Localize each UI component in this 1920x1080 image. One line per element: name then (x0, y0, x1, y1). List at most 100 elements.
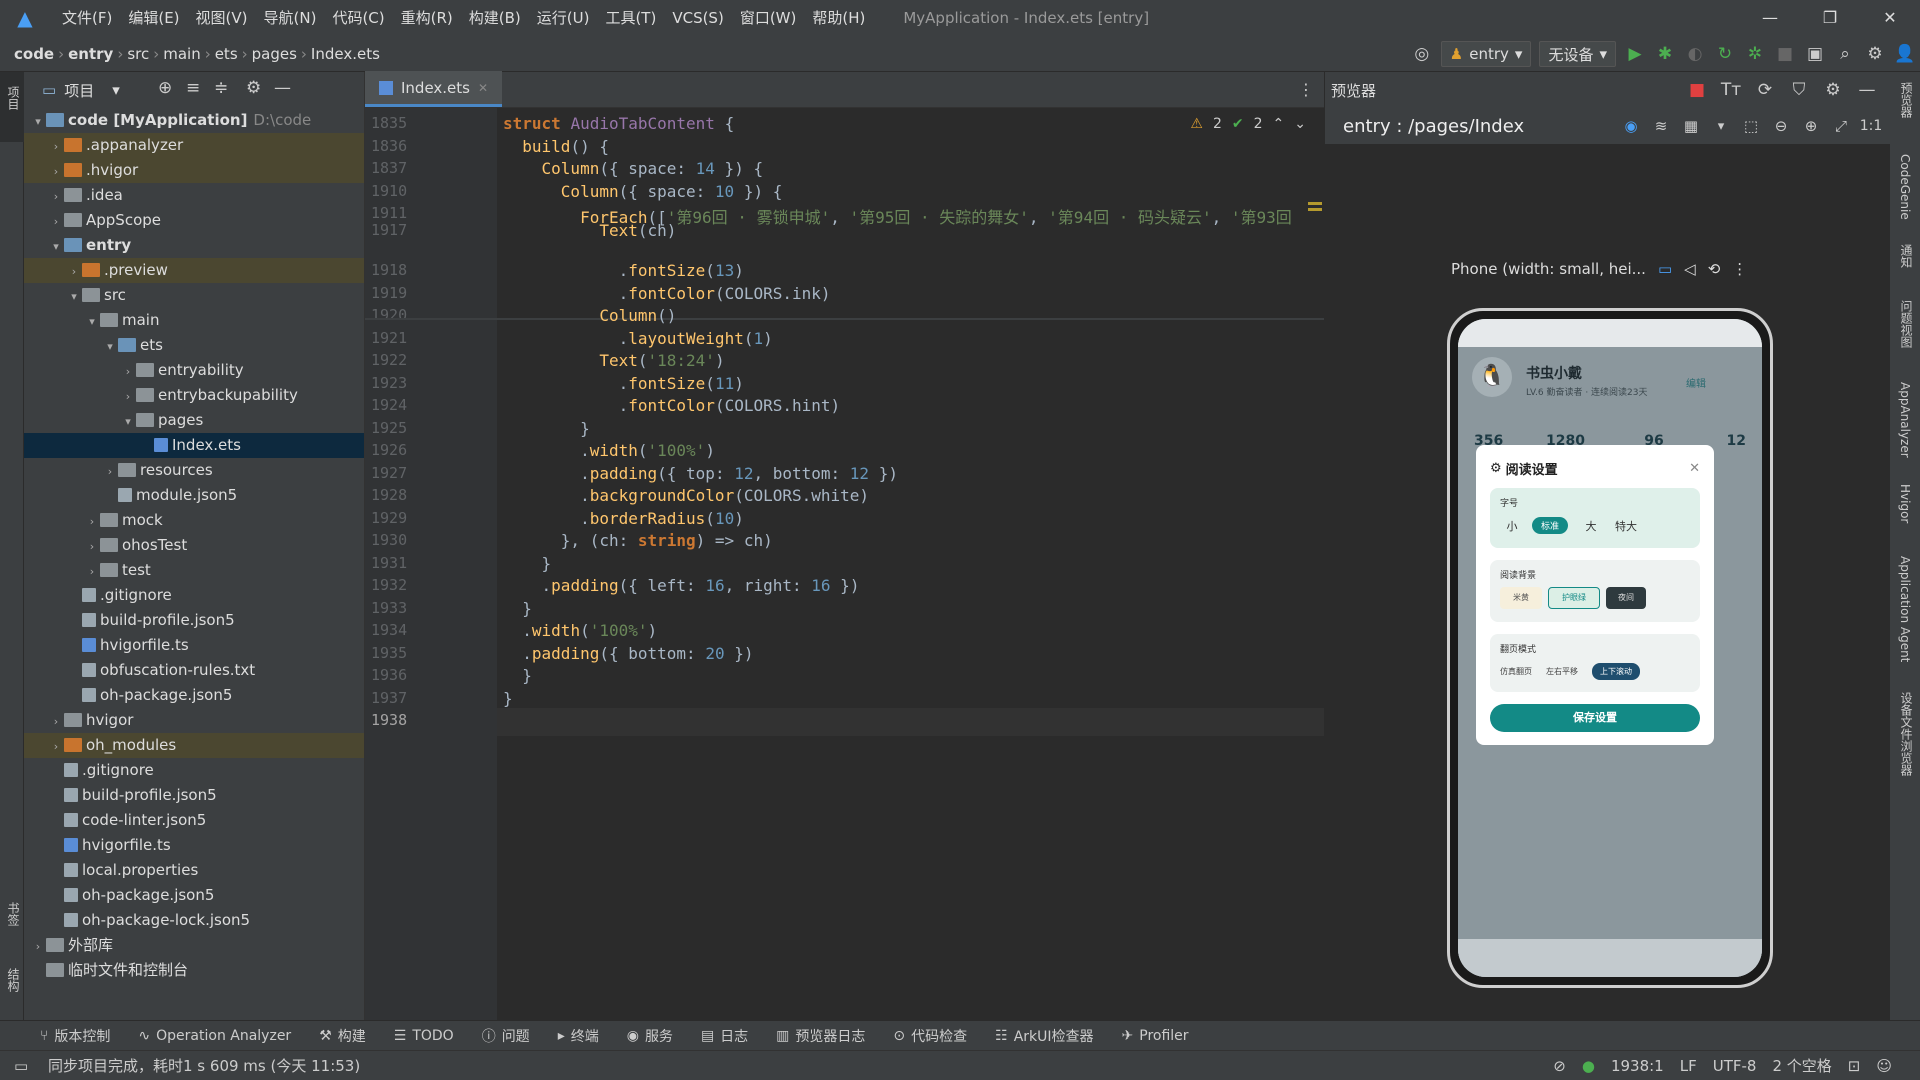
code-line[interactable]: .fontSize(13) (503, 261, 744, 280)
line-separator[interactable]: LF (1680, 1057, 1697, 1075)
search-icon[interactable]: ⌕ (1830, 44, 1860, 64)
chevron-right-icon[interactable]: › (48, 134, 64, 159)
code-line[interactable]: .padding({ left: 16, right: 16 }) (503, 576, 860, 595)
tree-row[interactable]: ▾ code [MyApplication] D:\code (24, 108, 364, 133)
gear-icon[interactable]: ⚙ (246, 78, 261, 98)
tree-row[interactable]: oh-package.json5 (24, 683, 364, 708)
font-option[interactable]: 小 (1500, 518, 1524, 534)
refresh-icon[interactable]: ⟳ (1750, 80, 1780, 100)
tree-row[interactable]: › .appanalyzer (24, 133, 364, 158)
tree-row[interactable]: oh-package-lock.json5 (24, 908, 364, 933)
no-power-save-icon[interactable]: ⊘ (1553, 1057, 1566, 1075)
code-line[interactable]: .fontColor(COLORS.ink) (503, 284, 831, 303)
tool-window-button[interactable]: ☷ ArkUI检查器 (995, 1026, 1093, 1046)
code-line[interactable]: .layoutWeight(1) (503, 329, 773, 348)
tool-window-button[interactable]: ⓘ 问题 (482, 1026, 530, 1046)
inspector-icon[interactable]: ⛉ (1784, 80, 1814, 100)
tool-window-button[interactable]: ⚒ 构建 (319, 1026, 366, 1046)
chevron-down-icon[interactable]: ▾ (1706, 119, 1736, 134)
menu-item[interactable]: 导航(N) (256, 0, 325, 36)
font-option-selected[interactable]: 标准 (1532, 517, 1569, 534)
more-options-icon[interactable]: ⋮ (1298, 80, 1314, 99)
tree-row[interactable]: oh-package.json5 (24, 883, 364, 908)
chevron-down-icon[interactable]: ▾ (120, 409, 136, 434)
chevron-right-icon[interactable]: › (48, 709, 64, 734)
edit-link[interactable]: 编辑 (1686, 375, 1706, 390)
tree-row[interactable]: › entrybackupability (24, 383, 364, 408)
code-line[interactable]: Column({ space: 14 }) { (503, 159, 764, 178)
target-icon[interactable]: ◎ (1407, 44, 1437, 64)
account-icon[interactable]: 👤 (1890, 44, 1920, 64)
device-file-browser-tool-tab[interactable]: 设备文件浏览器 (1898, 692, 1915, 776)
breadcrumb-item[interactable]: src (127, 45, 149, 63)
chevron-down-icon[interactable]: ⌄ (1294, 116, 1306, 132)
rotate-icon[interactable]: ⟲ (1708, 260, 1721, 278)
code-line[interactable]: } (503, 689, 513, 708)
deveco-logo-icon[interactable]: ▲ (12, 5, 38, 31)
assistant-icon[interactable]: ☺ (1876, 1057, 1892, 1075)
bg-option-selected[interactable]: 护眼绿 (1548, 587, 1600, 609)
project-view-selector[interactable]: 项目 (64, 80, 94, 101)
profile-icon[interactable]: ◐ (1680, 44, 1710, 64)
tree-row[interactable]: 临时文件和控制台 (24, 958, 364, 983)
attach-debugger-icon[interactable]: ✲ (1740, 44, 1770, 64)
tree-row[interactable]: › ohosTest (24, 533, 364, 558)
chevron-right-icon[interactable]: › (48, 159, 64, 184)
minimize-icon[interactable]: — (1740, 0, 1800, 36)
tool-window-button[interactable]: ⊙ 代码检查 (893, 1026, 967, 1046)
tool-window-button[interactable]: ∿ Operation Analyzer (138, 1028, 291, 1044)
chevron-right-icon[interactable]: › (120, 359, 136, 384)
tree-row[interactable]: › .preview (24, 258, 364, 283)
chevron-right-icon[interactable]: › (30, 934, 46, 959)
tree-row[interactable]: obfuscation-rules.txt (24, 658, 364, 683)
chevron-up-icon[interactable]: ⌃ (1273, 116, 1285, 132)
tree-row[interactable]: code-linter.json5 (24, 808, 364, 833)
close-tab-icon[interactable]: ✕ (478, 81, 488, 95)
code-line[interactable]: } (503, 666, 532, 685)
maximize-icon[interactable]: ❐ (1800, 0, 1860, 36)
stop-icon[interactable]: ■ (1770, 44, 1800, 64)
menu-item[interactable]: 代码(C) (324, 0, 392, 36)
expand-all-icon[interactable]: ≡ (186, 78, 200, 98)
code-line[interactable]: build() { (503, 137, 609, 156)
code-line[interactable]: .padding({ top: 12, bottom: 12 }) (503, 464, 898, 483)
collapse-all-icon[interactable]: ≑ (214, 78, 228, 98)
menu-item[interactable]: 窗口(W) (732, 0, 805, 36)
tool-window-button[interactable]: ▤ 日志 (701, 1026, 748, 1046)
inspection-widget[interactable]: ⚠ 2 ✔ 2 ⌃ ⌄ (1190, 116, 1306, 132)
settings-gear-icon[interactable]: ⚙ (1860, 44, 1890, 64)
breadcrumb-item[interactable]: ets (215, 45, 238, 63)
chevron-right-icon[interactable]: › (84, 509, 100, 534)
hvigor-tool-tab[interactable]: Hvigor (1898, 484, 1912, 523)
chevron-down-icon[interactable]: ▾ (112, 81, 120, 99)
run-icon[interactable]: ▶ (1620, 44, 1650, 64)
cursor-position[interactable]: 1938:1 (1611, 1057, 1664, 1075)
tree-row[interactable]: › test (24, 558, 364, 583)
tool-window-button[interactable]: ▸ 终端 (558, 1026, 599, 1046)
tree-row[interactable]: ▾ pages (24, 408, 364, 433)
bookmarks-tool-tab[interactable]: 书签 (5, 902, 22, 926)
breadcrumb-item[interactable]: code (14, 45, 54, 63)
locate-icon[interactable]: ⊕ (158, 78, 172, 98)
tree-row[interactable]: › oh_modules (24, 733, 364, 758)
project-tool-tab[interactable]: 项目 (5, 86, 22, 110)
tree-row[interactable]: › resources (24, 458, 364, 483)
more-options-icon[interactable]: ⋮ (1732, 260, 1747, 278)
tab-index-ets[interactable]: Index.ets ✕ (365, 71, 503, 107)
tool-window-button[interactable]: ✈ Profiler (1122, 1028, 1189, 1044)
code-line[interactable]: Column() (503, 306, 676, 325)
code-line[interactable]: struct AudioTabContent { (503, 114, 734, 133)
menu-item[interactable]: 构建(B) (461, 0, 529, 36)
menu-item[interactable]: 文件(F) (54, 0, 120, 36)
code-line[interactable]: Text(ch) (503, 221, 676, 240)
code-line[interactable]: .padding({ bottom: 20 }) (503, 644, 753, 663)
previewer-tool-tab[interactable]: 预览器 (1898, 82, 1915, 118)
tool-window-button[interactable]: ◉ 服务 (627, 1026, 673, 1046)
chevron-right-icon[interactable]: › (102, 459, 118, 484)
close-dialog-icon[interactable]: ✕ (1689, 461, 1700, 476)
lock-icon[interactable]: ⊡ (1848, 1057, 1861, 1075)
hide-icon[interactable]: — (1852, 80, 1882, 100)
save-settings-button[interactable]: 保存设置 (1490, 704, 1700, 732)
chevron-right-icon[interactable]: › (48, 209, 64, 234)
menu-item[interactable]: 重构(R) (393, 0, 461, 36)
